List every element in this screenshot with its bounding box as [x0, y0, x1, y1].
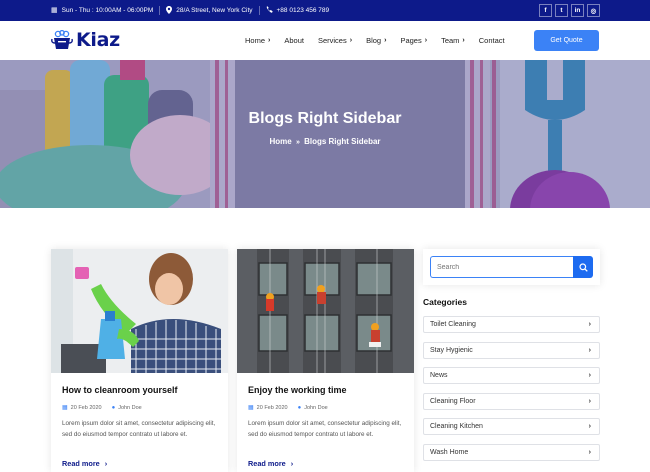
chevron-right-icon: › [588, 448, 591, 456]
blog-post-card: Enjoy the working time ▦ 20 Feb 2020 ● J… [237, 249, 414, 472]
get-quote-button[interactable]: Get Quote [534, 30, 599, 51]
address-text: 28/A Street, New York City [176, 7, 253, 14]
post-meta: ▦ 20 Feb 2020 ● John Doe [62, 404, 142, 412]
category-item[interactable]: Stay Hygienic › [423, 341, 600, 359]
blog-post-card: How to cleanroom yourself ▦ 20 Feb 2020 … [51, 249, 228, 472]
category-item[interactable]: Cleaning Kitchen › [423, 418, 600, 435]
search-input[interactable] [430, 256, 575, 278]
chevron-right-icon: › [588, 321, 591, 328]
site-logo[interactable]: Kiaz [51, 29, 120, 51]
twitter-icon[interactable]: t [555, 4, 568, 17]
nav-label: Services [317, 36, 347, 45]
category-label: Toilet Cleaning [430, 321, 476, 328]
nav-label: Pages [400, 36, 422, 45]
nav-item-about[interactable]: About [284, 36, 304, 45]
nav-label: Contact [478, 36, 505, 45]
breadcrumb: Home » Blogs Right Sidebar [0, 137, 650, 146]
chevron-right-icon: › [384, 37, 387, 44]
category-label: Cleaning Floor [430, 397, 476, 405]
nav-item-team[interactable]: Team › [441, 36, 465, 45]
page-title: Blogs Right Sidebar [248, 110, 402, 127]
breadcrumb-current: Blogs Right Sidebar [304, 137, 381, 146]
category-label: Cleaning Kitchen [430, 423, 483, 430]
post-meta: ▦ 20 Feb 2020 ● John Doe [248, 404, 328, 412]
chevron-right-icon: › [588, 346, 591, 354]
chevron-right-icon: › [588, 372, 591, 379]
nav-label: Blog [366, 36, 382, 45]
nav-item-blog[interactable]: Blog › [366, 36, 386, 45]
facebook-icon[interactable]: f [539, 4, 552, 17]
post-date: 20 Feb 2020 [256, 404, 288, 411]
search-icon [578, 262, 588, 272]
read-more-link[interactable]: Read more › [248, 459, 293, 468]
calendar-icon: ▦ [248, 405, 254, 411]
top-info-bar: ▦ Sun - Thu : 10:00AM - 06:00PM 28/A Str… [0, 0, 650, 21]
divider [159, 6, 161, 15]
chevron-right-icon: › [424, 37, 428, 44]
user-icon: ● [111, 404, 116, 411]
read-more-label: Read more [62, 459, 100, 468]
nav-item-home[interactable]: Home › [245, 36, 270, 45]
chevron-right-icon: › [462, 37, 465, 44]
linkedin-icon[interactable]: in [571, 4, 584, 17]
category-item[interactable]: Wash Home › [423, 443, 600, 461]
category-item[interactable]: Toilet Cleaning › [423, 316, 600, 333]
post-title[interactable]: Enjoy the working time [248, 385, 347, 395]
category-item[interactable]: Cleaning Floor › [423, 392, 600, 410]
nav-label: Team [441, 36, 460, 45]
brand-name: Kiaz [76, 29, 120, 51]
category-label: Stay Hygienic [430, 346, 473, 354]
phone-info[interactable]: +88 0123 456 789 [266, 6, 330, 15]
chevron-right-icon: › [104, 459, 108, 468]
chevron-right-icon: › [290, 459, 294, 468]
address-info: 28/A Street, New York City [166, 5, 253, 16]
chevron-right-icon: › [268, 37, 271, 44]
user-icon: ● [297, 404, 302, 411]
main-header: Kiaz Home › About Services › Blog › Page… [0, 21, 650, 60]
nav-item-contact[interactable]: Contact [479, 36, 505, 45]
post-excerpt: Lorem ipsum dolor sit amet, consectetur … [62, 420, 216, 438]
post-date: 20 Feb 2020 [70, 404, 102, 411]
category-list: Toilet Cleaning › Stay Hygienic › News ›… [423, 316, 600, 469]
social-links: f t in ◎ [539, 4, 600, 17]
categories-heading: Categories [423, 297, 467, 307]
chevron-right-icon: › [588, 423, 591, 430]
chevron-right-icon: › [588, 397, 591, 405]
main-nav: Home › About Services › Blog › Pages › T… [245, 21, 519, 60]
post-author[interactable]: John Doe [118, 405, 142, 411]
post-image[interactable] [51, 249, 228, 373]
hours-info: ▦ Sun - Thu : 10:00AM - 06:00PM [51, 7, 153, 14]
breadcrumb-separator: » [295, 139, 300, 146]
location-pin-icon [166, 5, 173, 16]
post-excerpt: Lorem ipsum dolor sit amet, consectetur … [248, 420, 402, 438]
read-more-label: Read more [248, 459, 286, 468]
nav-label: About [284, 36, 304, 45]
nav-item-pages[interactable]: Pages › [400, 36, 427, 45]
bucket-logo-icon [51, 29, 73, 50]
instagram-icon[interactable]: ◎ [587, 4, 600, 17]
breadcrumb-home[interactable]: Home [269, 137, 291, 146]
post-author[interactable]: John Doe [304, 405, 328, 411]
read-more-link[interactable]: Read more › [62, 459, 107, 468]
page-banner: Blogs Right Sidebar Home » Blogs Right S… [0, 60, 650, 208]
category-item[interactable]: News › [423, 367, 600, 384]
divider [258, 6, 260, 15]
chevron-right-icon: › [349, 37, 353, 44]
nav-item-services[interactable]: Services › [318, 36, 352, 45]
phone-text: +88 0123 456 789 [276, 7, 330, 14]
category-label: News [430, 372, 448, 379]
category-label: Wash Home [430, 448, 469, 456]
phone-icon [266, 6, 273, 15]
post-image[interactable] [237, 249, 414, 373]
banner-overlay [0, 60, 650, 208]
post-title[interactable]: How to cleanroom yourself [62, 385, 178, 395]
search-button[interactable] [573, 256, 593, 278]
calendar-icon: ▦ [62, 405, 68, 411]
hours-text: Sun - Thu : 10:00AM - 06:00PM [61, 7, 154, 14]
nav-label: Home [245, 36, 266, 45]
search-widget [423, 249, 600, 285]
calendar-icon: ▦ [51, 7, 58, 14]
